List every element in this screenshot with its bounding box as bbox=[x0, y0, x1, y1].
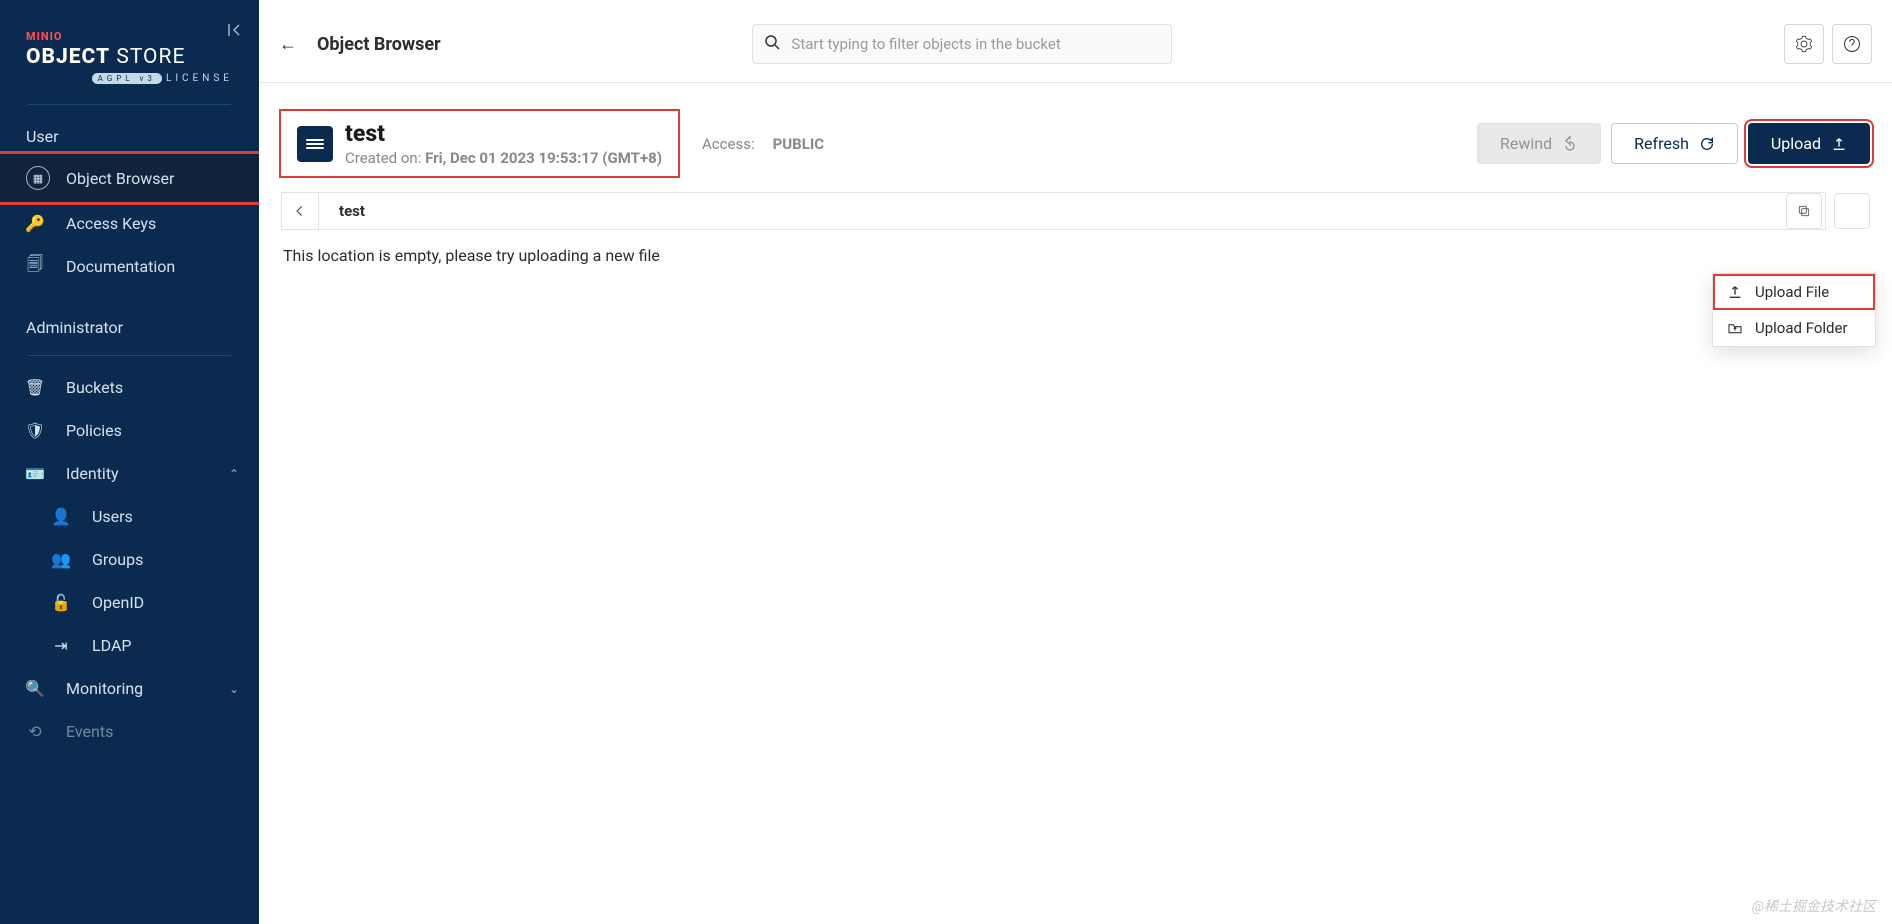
gear-icon bbox=[1795, 35, 1813, 53]
upload-menu: Upload File Upload Folder bbox=[1712, 273, 1876, 347]
identity-icon: 🪪 bbox=[26, 465, 44, 483]
upload-folder-icon bbox=[1727, 320, 1743, 336]
page-title: Object Browser bbox=[317, 34, 441, 55]
upload-folder-menu-item[interactable]: Upload Folder bbox=[1713, 310, 1875, 346]
sidebar-item-identity[interactable]: 🪪 Identity ⌃ bbox=[0, 452, 259, 495]
help-button[interactable] bbox=[1832, 24, 1872, 64]
sidebar-item-users[interactable]: 👤 Users bbox=[0, 495, 259, 538]
watermark: @稀土掘金技术社区 bbox=[1752, 896, 1876, 916]
collapse-sidebar-icon[interactable] bbox=[225, 22, 241, 42]
user-icon: 👤 bbox=[52, 508, 70, 526]
access-label: Access: bbox=[702, 135, 755, 153]
create-path-button[interactable] bbox=[1834, 193, 1870, 229]
breadcrumb-path[interactable]: test bbox=[319, 192, 1826, 230]
chevron-down-icon: ⌄ bbox=[229, 682, 239, 696]
upload-button[interactable]: Upload bbox=[1748, 123, 1870, 164]
rewind-button[interactable]: Rewind bbox=[1477, 123, 1601, 164]
sidebar-item-groups[interactable]: 👥 Groups bbox=[0, 538, 259, 581]
sidebar-section-admin: Administrator bbox=[0, 306, 259, 345]
sidebar-item-object-browser[interactable]: ▦ Object Browser bbox=[0, 154, 259, 202]
search-icon bbox=[764, 34, 780, 54]
chevron-up-icon: ⌃ bbox=[229, 467, 239, 481]
bucket-icon: 🗑 bbox=[26, 379, 44, 397]
lock-icon: 🔓 bbox=[52, 594, 70, 612]
settings-button[interactable] bbox=[1784, 24, 1824, 64]
bucket-created: Created on: Fri, Dec 01 2023 19:53:17 (G… bbox=[345, 149, 662, 167]
empty-message: This location is empty, please try uploa… bbox=[281, 230, 1870, 281]
logo: MINIO OBJECT STORE AGPL v3LICENSE bbox=[0, 12, 259, 94]
copy-path-button[interactable] bbox=[1786, 193, 1822, 229]
sidebar-item-policies[interactable]: 🛡 Policies bbox=[0, 409, 259, 452]
sidebar-item-buckets[interactable]: 🗑 Buckets bbox=[0, 366, 259, 409]
search-icon: 🔍 bbox=[26, 680, 44, 698]
bucket-name: test bbox=[345, 120, 662, 147]
refresh-button[interactable]: Refresh bbox=[1611, 123, 1738, 164]
bucket-icon bbox=[297, 126, 333, 162]
sidebar-section-user: User bbox=[0, 115, 259, 154]
topbar: ← Object Browser bbox=[259, 6, 1892, 83]
sidebar-item-ldap[interactable]: ⇥ LDAP bbox=[0, 624, 259, 667]
events-icon: ⟲ bbox=[26, 723, 44, 741]
back-button[interactable]: ← bbox=[279, 34, 297, 55]
search-input[interactable] bbox=[752, 24, 1172, 64]
upload-icon bbox=[1831, 136, 1847, 152]
main-content: ← Object Browser bbox=[259, 0, 1892, 924]
sidebar-item-openid[interactable]: 🔓 OpenID bbox=[0, 581, 259, 624]
logo-brand: MINIO bbox=[26, 30, 233, 43]
sidebar-item-events[interactable]: ⟲ Events bbox=[0, 710, 259, 753]
refresh-icon bbox=[1699, 136, 1715, 152]
upload-file-menu-item[interactable]: Upload File bbox=[1713, 274, 1875, 310]
chevron-left-icon bbox=[293, 204, 307, 218]
breadcrumb-back-button[interactable] bbox=[281, 192, 319, 230]
bucket-info: test Created on: Fri, Dec 01 2023 19:53:… bbox=[281, 111, 678, 176]
key-icon: 🔑 bbox=[26, 215, 44, 233]
breadcrumb-bar: test bbox=[281, 192, 1870, 230]
help-icon bbox=[1843, 35, 1861, 53]
rewind-icon bbox=[1562, 136, 1578, 152]
sidebar: MINIO OBJECT STORE AGPL v3LICENSE User ▦… bbox=[0, 0, 259, 924]
copy-icon bbox=[1797, 204, 1811, 218]
upload-file-icon bbox=[1727, 284, 1743, 300]
sidebar-item-documentation[interactable]: 🗐 Documentation bbox=[0, 245, 259, 288]
object-browser-icon: ▦ bbox=[26, 166, 50, 190]
document-icon: 🗐 bbox=[26, 258, 44, 276]
access-value: PUBLIC bbox=[773, 135, 824, 153]
shield-icon: 🛡 bbox=[26, 422, 44, 440]
group-icon: 👥 bbox=[52, 551, 70, 569]
login-icon: ⇥ bbox=[52, 637, 70, 655]
sidebar-item-monitoring[interactable]: 🔍 Monitoring ⌄ bbox=[0, 667, 259, 710]
sidebar-item-access-keys[interactable]: 🔑 Access Keys bbox=[0, 202, 259, 245]
